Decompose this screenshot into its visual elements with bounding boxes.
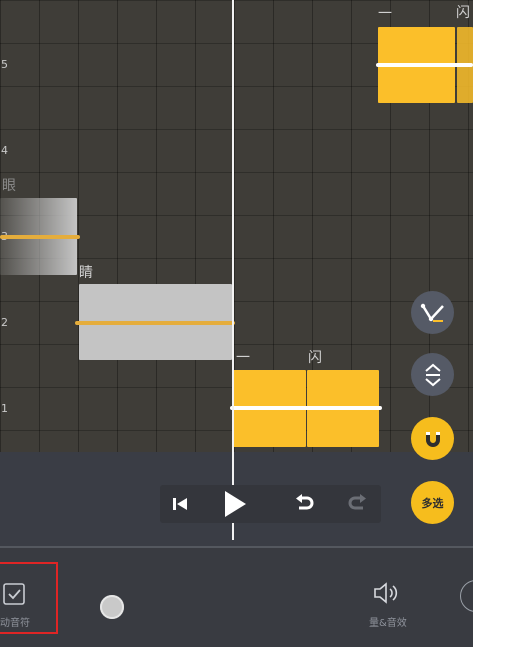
redo-icon [348,494,366,510]
volume-effects-label: 量&音效 [369,618,407,629]
row-label-5: 5 [1,58,8,71]
magnet-snap-button[interactable] [411,417,454,460]
multi-select-button[interactable]: 多选 [411,481,454,524]
pitch-line-tool-button[interactable] [411,291,454,334]
lyric-top-dash: 一 [378,6,392,22]
app-screen: 5 4 3 2 1 一 闪 眼 睛 一 闪 [0,0,473,647]
multi-select-label: 多选 [421,496,444,510]
lyric-mid-dash: 一 [236,350,250,366]
undo-button[interactable] [284,485,324,523]
lyric-jing: 睛 [79,265,93,281]
row-label-2: 2 [1,316,8,329]
bottom-toolbar [0,548,473,647]
lyric-faded: 眼 [2,178,16,194]
magnet-icon [425,431,440,447]
pitch-line [230,406,382,410]
speaker-icon [374,582,398,604]
expand-vertical-icon [424,363,441,386]
playback-controls [160,485,381,523]
undo-icon [296,494,314,510]
lyric-top-partial: 闪 [456,5,470,21]
row-label-1: 1 [1,402,8,415]
highlight-box [0,562,58,634]
skip-back-icon [173,498,187,510]
playhead[interactable] [232,0,234,540]
pitch-line [75,321,235,325]
piano-roll-grid[interactable]: 5 4 3 2 1 一 闪 眼 睛 一 闪 [0,0,473,452]
skip-back-button[interactable] [160,485,200,523]
row-label-4: 4 [1,144,8,157]
play-icon [225,491,246,517]
pitch-line [0,235,80,239]
toggle-knob[interactable] [100,595,124,619]
redo-button[interactable] [338,485,378,523]
volume-effects-tool[interactable] [372,580,402,606]
pitch-line [376,63,473,67]
play-button[interactable] [215,485,255,523]
lyric-mid-shan: 闪 [308,350,322,366]
pitch-line-icon [420,303,444,322]
expand-vertical-button[interactable] [411,353,454,396]
